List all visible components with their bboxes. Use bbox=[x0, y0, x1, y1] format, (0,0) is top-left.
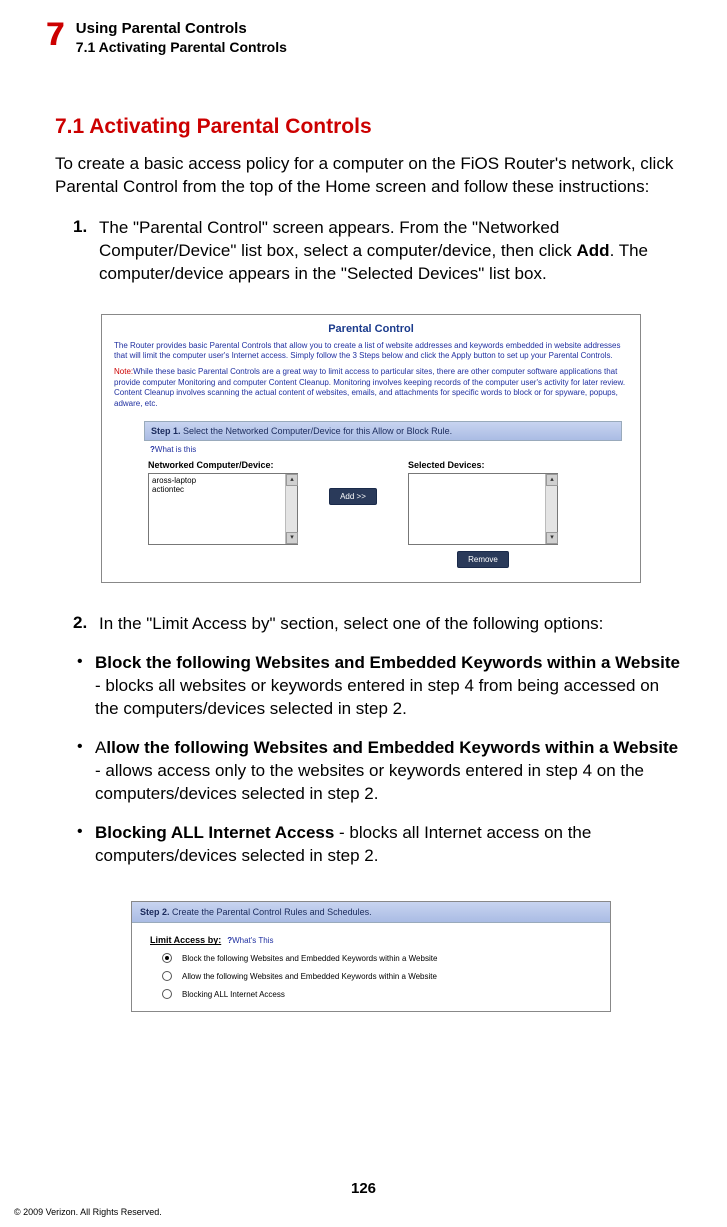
limit-access-screenshot: Step 2. Create the Parental Control Rule… bbox=[131, 901, 611, 1012]
remove-button[interactable]: Remove bbox=[457, 551, 509, 568]
list-item[interactable]: actiontec bbox=[152, 485, 283, 494]
scroll-up-icon[interactable]: ▴ bbox=[546, 474, 558, 486]
add-keyword: Add bbox=[577, 241, 610, 260]
selected-devices-label: Selected Devices: bbox=[408, 460, 558, 470]
scrollbar[interactable]: ▴ ▾ bbox=[285, 474, 297, 544]
scroll-down-icon[interactable]: ▾ bbox=[546, 532, 558, 544]
bullet-icon: • bbox=[77, 737, 95, 806]
intro-paragraph: To create a basic access policy for a co… bbox=[55, 153, 687, 199]
step-2-number: 2. bbox=[73, 613, 99, 636]
radio-icon[interactable] bbox=[162, 989, 172, 999]
page-number: 126 bbox=[0, 1180, 727, 1197]
parental-control-screenshot: Parental Control The Router provides bas… bbox=[101, 314, 641, 583]
screenshot-description: The Router provides basic Parental Contr… bbox=[114, 341, 628, 362]
scroll-up-icon[interactable]: ▴ bbox=[286, 474, 298, 486]
step2-bar: Step 2. Create the Parental Control Rule… bbox=[132, 902, 610, 923]
bullet-icon: • bbox=[77, 652, 95, 721]
step1-bar: Step 1. Select the Networked Computer/De… bbox=[144, 421, 622, 441]
header-subtitle: 7.1 Activating Parental Controls bbox=[76, 39, 287, 55]
radio-option-allow[interactable]: Allow the following Websites and Embedde… bbox=[162, 971, 610, 981]
bullet-allow: • Allow the following Websites and Embed… bbox=[55, 737, 687, 806]
limit-access-label: Limit Access by: bbox=[150, 935, 221, 945]
header-title: Using Parental Controls bbox=[76, 20, 287, 37]
whats-this-link[interactable]: ?What's This bbox=[227, 936, 273, 945]
bullet-icon: • bbox=[77, 822, 95, 868]
radio-icon[interactable] bbox=[162, 953, 172, 963]
scrollbar[interactable]: ▴ ▾ bbox=[545, 474, 557, 544]
radio-option-block[interactable]: Block the following Websites and Embedde… bbox=[162, 953, 610, 963]
list-item[interactable]: aross-laptop bbox=[152, 476, 283, 485]
section-heading: 7.1 Activating Parental Controls bbox=[55, 115, 687, 139]
what-is-this-link[interactable]: ?What is this bbox=[150, 445, 628, 454]
radio-icon[interactable] bbox=[162, 971, 172, 981]
step-2: 2. In the "Limit Access by" section, sel… bbox=[55, 613, 687, 636]
step-1-text: The "Parental Control" screen appears. F… bbox=[99, 217, 687, 286]
selected-devices-listbox[interactable]: ▴ ▾ bbox=[408, 473, 558, 545]
scroll-down-icon[interactable]: ▾ bbox=[286, 532, 298, 544]
copyright: © 2009 Verizon. All Rights Reserved. bbox=[14, 1207, 162, 1217]
screenshot-note: Note:While these basic Parental Controls… bbox=[114, 367, 628, 409]
page-header: 7 Using Parental Controls 7.1 Activating… bbox=[0, 0, 727, 55]
networked-devices-listbox[interactable]: aross-laptop actiontec ▴ ▾ bbox=[148, 473, 298, 545]
step-1-number: 1. bbox=[73, 217, 99, 286]
bullet-block-all: • Blocking ALL Internet Access - blocks … bbox=[55, 822, 687, 868]
step-2-text: In the "Limit Access by" section, select… bbox=[99, 613, 687, 636]
step-1: 1. The "Parental Control" screen appears… bbox=[55, 217, 687, 286]
networked-devices-label: Networked Computer/Device: bbox=[148, 460, 298, 470]
add-button[interactable]: Add >> bbox=[329, 488, 377, 505]
bullet-block: • Block the following Websites and Embed… bbox=[55, 652, 687, 721]
chapter-number: 7 bbox=[46, 18, 64, 50]
screenshot-title: Parental Control bbox=[114, 323, 628, 335]
radio-option-block-all[interactable]: Blocking ALL Internet Access bbox=[162, 989, 610, 999]
